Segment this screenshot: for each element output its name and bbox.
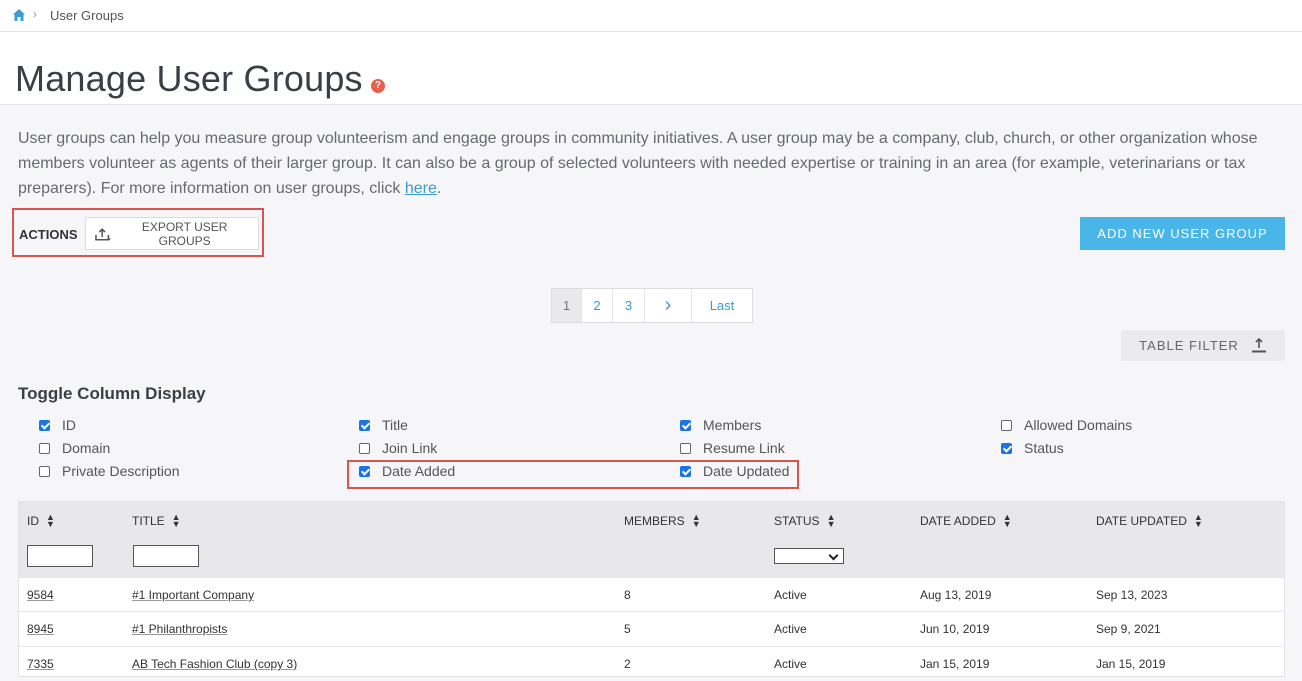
row-id[interactable]: 9584 bbox=[27, 588, 54, 602]
row-date-updated: Jan 15, 2019 bbox=[1096, 657, 1166, 671]
row-date-added: Jun 10, 2019 bbox=[920, 622, 990, 636]
title-filter-input[interactable] bbox=[133, 545, 199, 567]
row-members: 5 bbox=[624, 622, 631, 636]
sort-icon: ▲ ▼ bbox=[46, 512, 55, 529]
checkbox[interactable] bbox=[39, 442, 50, 454]
table-header: ID ▲ ▼ TITLE ▲ ▼ MEMBERS ▲ ▼ STATUS ▲ ▼ DATE ADD… bbox=[19, 502, 1284, 577]
checkbox[interactable] bbox=[1001, 419, 1012, 431]
help-link[interactable]: here bbox=[405, 180, 437, 197]
breadcrumb-current: User Groups bbox=[50, 8, 124, 23]
row-members: 2 bbox=[624, 657, 631, 671]
intro-text: User groups can help you measure group v… bbox=[18, 130, 1258, 197]
checkbox[interactable] bbox=[359, 442, 370, 454]
last-page-link[interactable]: Last bbox=[692, 289, 752, 322]
table-row: 8945 #1 Philanthropists 5 Active Jun 10,… bbox=[19, 611, 1284, 646]
actions-label: ACTIONS bbox=[19, 227, 78, 242]
breadcrumb: › User Groups bbox=[0, 0, 1302, 32]
checkbox[interactable] bbox=[39, 465, 50, 477]
status-filter-select[interactable] bbox=[774, 548, 844, 564]
toggle-title[interactable]: Title bbox=[359, 416, 408, 434]
column-header-title[interactable]: TITLE ▲ ▼ bbox=[132, 512, 181, 529]
date-columns-highlight bbox=[347, 460, 799, 489]
row-date-added: Aug 13, 2019 bbox=[920, 588, 992, 602]
sort-icon: ▲ ▼ bbox=[171, 512, 181, 529]
toggle-resume-link[interactable]: Resume Link bbox=[680, 439, 785, 457]
export-user-groups-button[interactable]: EXPORT USER GROUPS bbox=[85, 217, 259, 250]
column-header-members[interactable]: MEMBERS ▲ ▼ bbox=[624, 512, 701, 529]
toggle-id[interactable]: ID bbox=[39, 416, 76, 434]
row-date-updated: Sep 9, 2021 bbox=[1096, 622, 1161, 636]
row-status: Active bbox=[774, 622, 807, 636]
toggle-column-display-title: Toggle Column Display bbox=[18, 384, 206, 403]
toggle-members[interactable]: Members bbox=[680, 416, 761, 434]
row-id[interactable]: 7335 bbox=[27, 657, 54, 671]
column-header-date-added[interactable]: DATE ADDED ▲ ▼ bbox=[920, 512, 1012, 529]
column-header-status[interactable]: STATUS ▲ ▼ bbox=[774, 512, 836, 529]
row-title[interactable]: #1 Philanthropists bbox=[132, 622, 227, 636]
table-filter-button[interactable]: TABLE FILTER bbox=[1121, 330, 1285, 361]
checkbox[interactable] bbox=[1001, 442, 1012, 454]
row-id[interactable]: 8945 bbox=[27, 622, 54, 636]
toggle-join-link[interactable]: Join Link bbox=[359, 439, 437, 457]
checkbox[interactable] bbox=[39, 419, 50, 431]
user-groups-table: ID ▲ ▼ TITLE ▲ ▼ MEMBERS ▲ ▼ STATUS ▲ ▼ DATE ADD… bbox=[18, 501, 1285, 677]
row-status: Active bbox=[774, 588, 807, 602]
pagination: 1 2 3 › Last bbox=[551, 288, 753, 323]
toggle-status[interactable]: Status bbox=[1001, 439, 1064, 457]
checkbox[interactable] bbox=[359, 419, 370, 431]
table-row: 9584 #1 Important Company 8 Active Aug 1… bbox=[19, 577, 1284, 612]
row-date-added: Jan 15, 2019 bbox=[920, 657, 990, 671]
column-header-date-updated[interactable]: DATE UPDATED ▲ ▼ bbox=[1096, 512, 1203, 529]
sort-icon: ▲ ▼ bbox=[1002, 512, 1012, 529]
table-filter-label: TABLE FILTER bbox=[1139, 338, 1239, 353]
toggle-domain[interactable]: Domain bbox=[39, 439, 110, 457]
sort-icon: ▲ ▼ bbox=[1193, 512, 1203, 529]
sort-icon: ▲ ▼ bbox=[691, 512, 701, 529]
page-1[interactable]: 1 bbox=[552, 289, 582, 322]
add-new-user-group-button[interactable]: ADD NEW USER GROUP bbox=[1080, 217, 1285, 250]
row-members: 8 bbox=[624, 588, 631, 602]
toggle-private-description[interactable]: Private Description bbox=[39, 462, 180, 480]
upload-icon bbox=[1251, 338, 1266, 353]
next-page-icon[interactable]: › bbox=[645, 289, 692, 322]
checkbox[interactable] bbox=[680, 419, 691, 431]
row-title[interactable]: AB Tech Fashion Club (copy 3) bbox=[132, 657, 297, 671]
page-3[interactable]: 3 bbox=[613, 289, 645, 322]
sort-icon: ▲ ▼ bbox=[826, 512, 836, 529]
toggle-allowed-domains[interactable]: Allowed Domains bbox=[1001, 416, 1132, 434]
row-status: Active bbox=[774, 657, 807, 671]
row-title[interactable]: #1 Important Company bbox=[132, 588, 254, 602]
page-header: Manage User Groups ? bbox=[0, 32, 1302, 105]
page-title: Manage User Groups bbox=[15, 58, 363, 99]
home-icon[interactable] bbox=[12, 8, 26, 22]
table-row: 7335 AB Tech Fashion Club (copy 3) 2 Act… bbox=[19, 646, 1284, 681]
column-header-id[interactable]: ID ▲ ▼ bbox=[27, 512, 55, 529]
id-filter-input[interactable] bbox=[27, 545, 93, 567]
export-icon bbox=[95, 227, 111, 240]
export-label: EXPORT USER GROUPS bbox=[141, 219, 228, 248]
breadcrumb-separator-icon: › bbox=[33, 7, 37, 21]
checkbox[interactable] bbox=[680, 442, 691, 454]
row-date-updated: Sep 13, 2023 bbox=[1096, 588, 1168, 602]
help-icon[interactable]: ? bbox=[371, 79, 385, 93]
page-2[interactable]: 2 bbox=[582, 289, 613, 322]
